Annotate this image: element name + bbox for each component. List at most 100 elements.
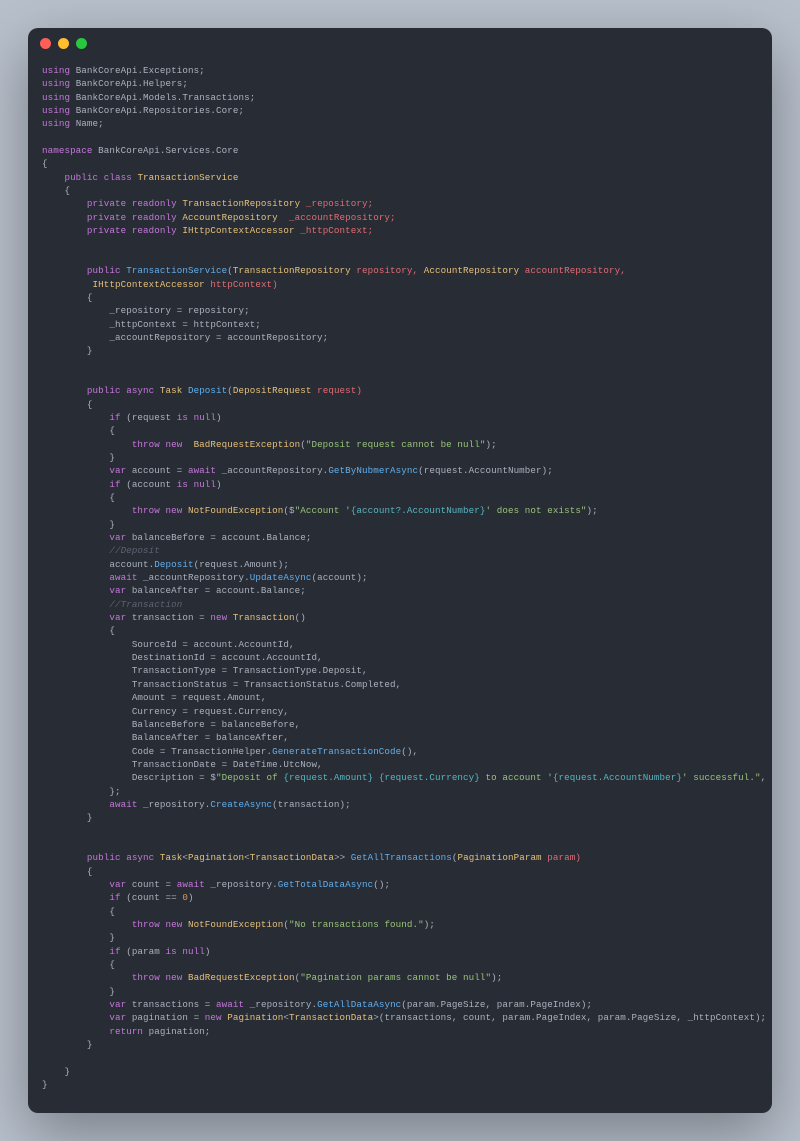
code-token: pagination; [143, 1026, 210, 1037]
code-token: } [42, 1066, 70, 1077]
code-token: to account ' [480, 772, 553, 783]
code-token: var [42, 1012, 126, 1023]
code-token: Task [160, 852, 182, 863]
code-token: ); [587, 505, 598, 516]
code-token: return [42, 1026, 143, 1037]
code-token: param) [542, 852, 581, 863]
code-token: "Account ' [295, 505, 351, 516]
code-token: _repository. [137, 799, 210, 810]
code-token: "No transactions found." [289, 919, 424, 930]
code-token: Currency = request.Currency, [42, 706, 289, 717]
code-token: var [42, 612, 126, 623]
code-token: } [42, 812, 93, 823]
code-token: public async [42, 385, 160, 396]
code-token: is null [177, 412, 216, 423]
code-token: var [42, 879, 126, 890]
code-token: IHttpContextAccessor [93, 279, 205, 290]
code-token: ' does not exists" [486, 505, 587, 516]
code-token: balanceBefore = account.Balance; [126, 532, 311, 543]
code-token: BankCoreApi.Services.Core [93, 145, 239, 156]
code-token: "Deposit of [216, 772, 283, 783]
code-token: (account [121, 479, 177, 490]
code-token: _accountRepository = accountRepository; [42, 332, 328, 343]
code-token: DepositRequest [233, 385, 312, 396]
code-token: if [42, 892, 121, 903]
code-token: } [42, 452, 115, 463]
code-token: _accountRepository; [278, 212, 396, 223]
code-token: BankCoreApi.Exceptions; [70, 65, 205, 76]
code-token: using [42, 105, 70, 116]
code-token: (account); [311, 572, 367, 583]
code-area[interactable]: using BankCoreApi.Exceptions; using Bank… [28, 58, 772, 1113]
code-token: _repository = repository; [42, 305, 250, 316]
code-token: await [177, 879, 205, 890]
code-token: { [42, 866, 93, 877]
code-token: Description = $ [42, 772, 216, 783]
code-token: Task [160, 385, 188, 396]
code-token: accountRepository, [519, 265, 626, 276]
code-token: using [42, 92, 70, 103]
code-token: AccountRepository [424, 265, 519, 276]
code-token: _repository. [205, 879, 278, 890]
titlebar [28, 28, 772, 58]
code-token: //Transaction [42, 599, 182, 610]
code-token: request) [311, 385, 362, 396]
code-token: } [42, 932, 115, 943]
code-token: repository, [351, 265, 424, 276]
code-token: AccountRepository [182, 212, 277, 223]
code-token: { [42, 906, 115, 917]
code-token: BalanceAfter = balanceAfter, [42, 732, 289, 743]
code-token: } [42, 1039, 93, 1050]
code-token: ); [491, 972, 502, 983]
editor-window: using BankCoreApi.Exceptions; using Bank… [28, 28, 772, 1113]
code-token: private readonly [42, 212, 182, 223]
code-token: balanceAfter = account.Balance; [126, 585, 306, 596]
code-token: } [42, 345, 93, 356]
code-token: public async [42, 852, 160, 863]
code-token: } [42, 1079, 48, 1090]
code-token: await [42, 799, 137, 810]
code-token: ) [216, 412, 222, 423]
code-token: GenerateTransactionCode [272, 746, 401, 757]
code-token: ) [188, 892, 194, 903]
code-token: , [761, 772, 767, 783]
code-token: throw new [42, 439, 194, 450]
maximize-icon[interactable] [76, 38, 87, 49]
code-token: "Deposit request cannot be null" [306, 439, 486, 450]
code-token: { [42, 185, 70, 196]
code-token: TransactionStatus = TransactionStatus.Co… [42, 679, 401, 690]
code-token: _httpContext = httpContext; [42, 319, 261, 330]
code-token: new [210, 612, 232, 623]
code-token: PaginationParam [457, 852, 541, 863]
code-token: _repository; [300, 198, 373, 209]
code-token: Code = TransactionHelper. [42, 746, 272, 757]
code-token: } [42, 986, 115, 997]
code-token: (request [121, 412, 177, 423]
code-token: >> [334, 852, 351, 863]
code-token: _accountRepository. [137, 572, 249, 583]
code-token: UpdateAsync [250, 572, 312, 583]
code-token: Deposit [188, 385, 227, 396]
code-token: { [42, 158, 48, 169]
code-token: () [295, 612, 306, 623]
code-token: new [205, 1012, 227, 1023]
code-token: SourceId = account.AccountId, [42, 639, 295, 650]
code-token: TransactionRepository [233, 265, 351, 276]
code-token: throw new [42, 505, 188, 516]
minimize-icon[interactable] [58, 38, 69, 49]
code-token: if [42, 946, 121, 957]
code-token: TransactionType = TransactionType.Deposi… [42, 665, 368, 676]
code-token: _repository. [244, 999, 317, 1010]
code-token: "Pagination params cannot be null" [300, 972, 491, 983]
code-token: public class [42, 172, 137, 183]
code-token: var [42, 532, 126, 543]
code-token: { [42, 292, 93, 303]
code-token: throw new [42, 972, 188, 983]
close-icon[interactable] [40, 38, 51, 49]
code-token: } [42, 519, 115, 530]
code-token: BankCoreApi.Repositories.Core; [70, 105, 244, 116]
code-token: count = [126, 879, 177, 890]
code-token: { [42, 625, 115, 636]
code-token: TransactionService [126, 265, 227, 276]
code-token: _httpContext; [295, 225, 374, 236]
